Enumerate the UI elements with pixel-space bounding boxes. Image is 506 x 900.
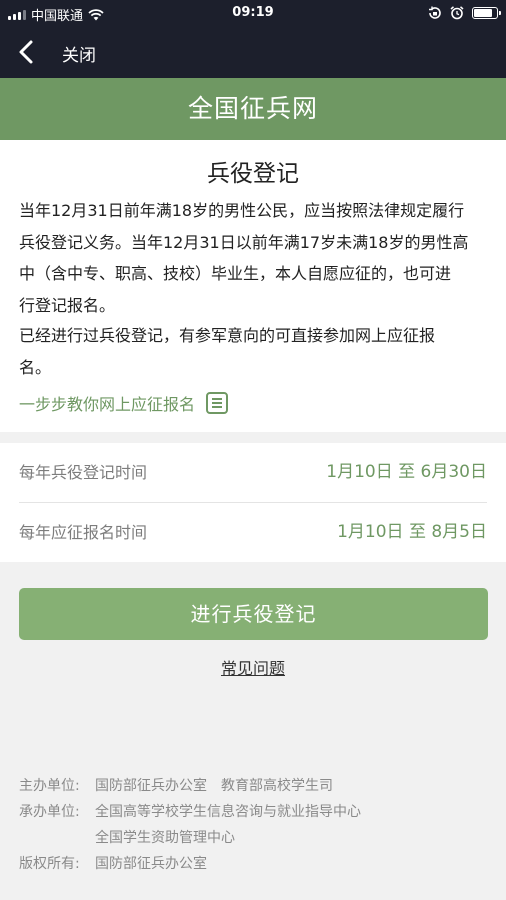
paragraph-line: 中（含中专、职高、技校）毕业生，本人自愿应征的，也可进: [19, 264, 452, 283]
undertaker-label: 承办单位:: [19, 804, 80, 820]
paragraph-line: 名。: [19, 357, 52, 377]
undertaker-value-2: 全国学生资助管理中心: [95, 830, 235, 846]
footer-copyright-row: 版权所有: 国防部征兵办公室: [19, 851, 489, 877]
copyright-label: 版权所有:: [19, 856, 80, 872]
organizer-label: 主办单位:: [19, 778, 80, 794]
copyright-value: 国防部征兵办公室: [95, 856, 207, 872]
document-list-icon: [206, 392, 229, 414]
faq-link: 常见问题: [0, 655, 506, 679]
registration-guide-link[interactable]: 一步步教你网上应征报名: [19, 390, 229, 416]
footer-organizer-row: 主办单位: 国防部征兵办公室 教育部高校学生司: [19, 773, 489, 799]
alarm-icon: [450, 6, 464, 20]
paragraph-line: 行登记报名。: [19, 295, 116, 315]
enlistment-period-value: 1月10日 至 8月5日: [337, 522, 487, 542]
faq-link-label[interactable]: 常见问题: [221, 659, 285, 678]
paragraph-line: 已经进行过兵役登记，有参军意向的可直接参加网上应征报: [19, 326, 436, 345]
military-registration-button[interactable]: 进行兵役登记: [19, 588, 488, 640]
enlistment-period-row: 每年应征报名时间 1月10日 至 8月5日: [0, 503, 506, 562]
status-bar: 中国联通 09:19: [0, 0, 506, 26]
schedule-section: 每年兵役登记时间 1月10日 至 6月30日 每年应征报名时间 1月10日 至 …: [0, 443, 506, 562]
site-title: 全国征兵网: [187, 94, 318, 123]
enlistment-period-label: 每年应征报名时间: [19, 523, 148, 542]
battery-icon: [472, 7, 501, 19]
lock-rotation-icon: [429, 6, 441, 19]
back-arrow-icon[interactable]: [14, 39, 40, 65]
paragraph-line: 兵役登记义务。当年12月31日以前年满17岁未满18岁的男性高: [19, 232, 469, 252]
footer: 主办单位: 国防部征兵办公室 教育部高校学生司 承办单位: 全国高等学校学生信息…: [19, 773, 489, 877]
organizer-value: 国防部征兵办公室 教育部高校学生司: [95, 778, 333, 794]
footer-undertaker-row-2: 全国学生资助管理中心: [19, 825, 489, 851]
intro-paragraph-2: 已经进行过兵役登记，有参军意向的可直接参加网上应征报 名。: [19, 320, 491, 383]
registration-period-value: 1月10日 至 6月30日: [326, 462, 487, 482]
status-right: [428, 6, 501, 20]
intro-section: 兵役登记 当年12月31日前年满18岁的男性公民，应当按照法律规定履行 兵役登记…: [0, 140, 506, 432]
undertaker-value: 全国高等学校学生信息咨询与就业指导中心: [95, 804, 361, 820]
registration-period-row: 每年兵役登记时间 1月10日 至 6月30日: [0, 443, 506, 502]
footer-undertaker-row: 承办单位: 全国高等学校学生信息咨询与就业指导中心: [19, 799, 489, 825]
close-button[interactable]: 关闭: [62, 41, 96, 66]
guide-link-label: 一步步教你网上应征报名: [19, 395, 196, 414]
intro-paragraph-1: 当年12月31日前年满18岁的男性公民，应当按照法律规定履行 兵役登记义务。当年…: [19, 195, 491, 321]
nav-bar: 关闭: [0, 26, 506, 78]
paragraph-line: 当年12月31日前年满18岁的男性公民，应当按照法律规定履行: [19, 201, 465, 220]
registration-period-label: 每年兵役登记时间: [19, 463, 148, 482]
site-banner: 全国征兵网: [0, 78, 506, 140]
section-title: 兵役登记: [207, 161, 299, 187]
